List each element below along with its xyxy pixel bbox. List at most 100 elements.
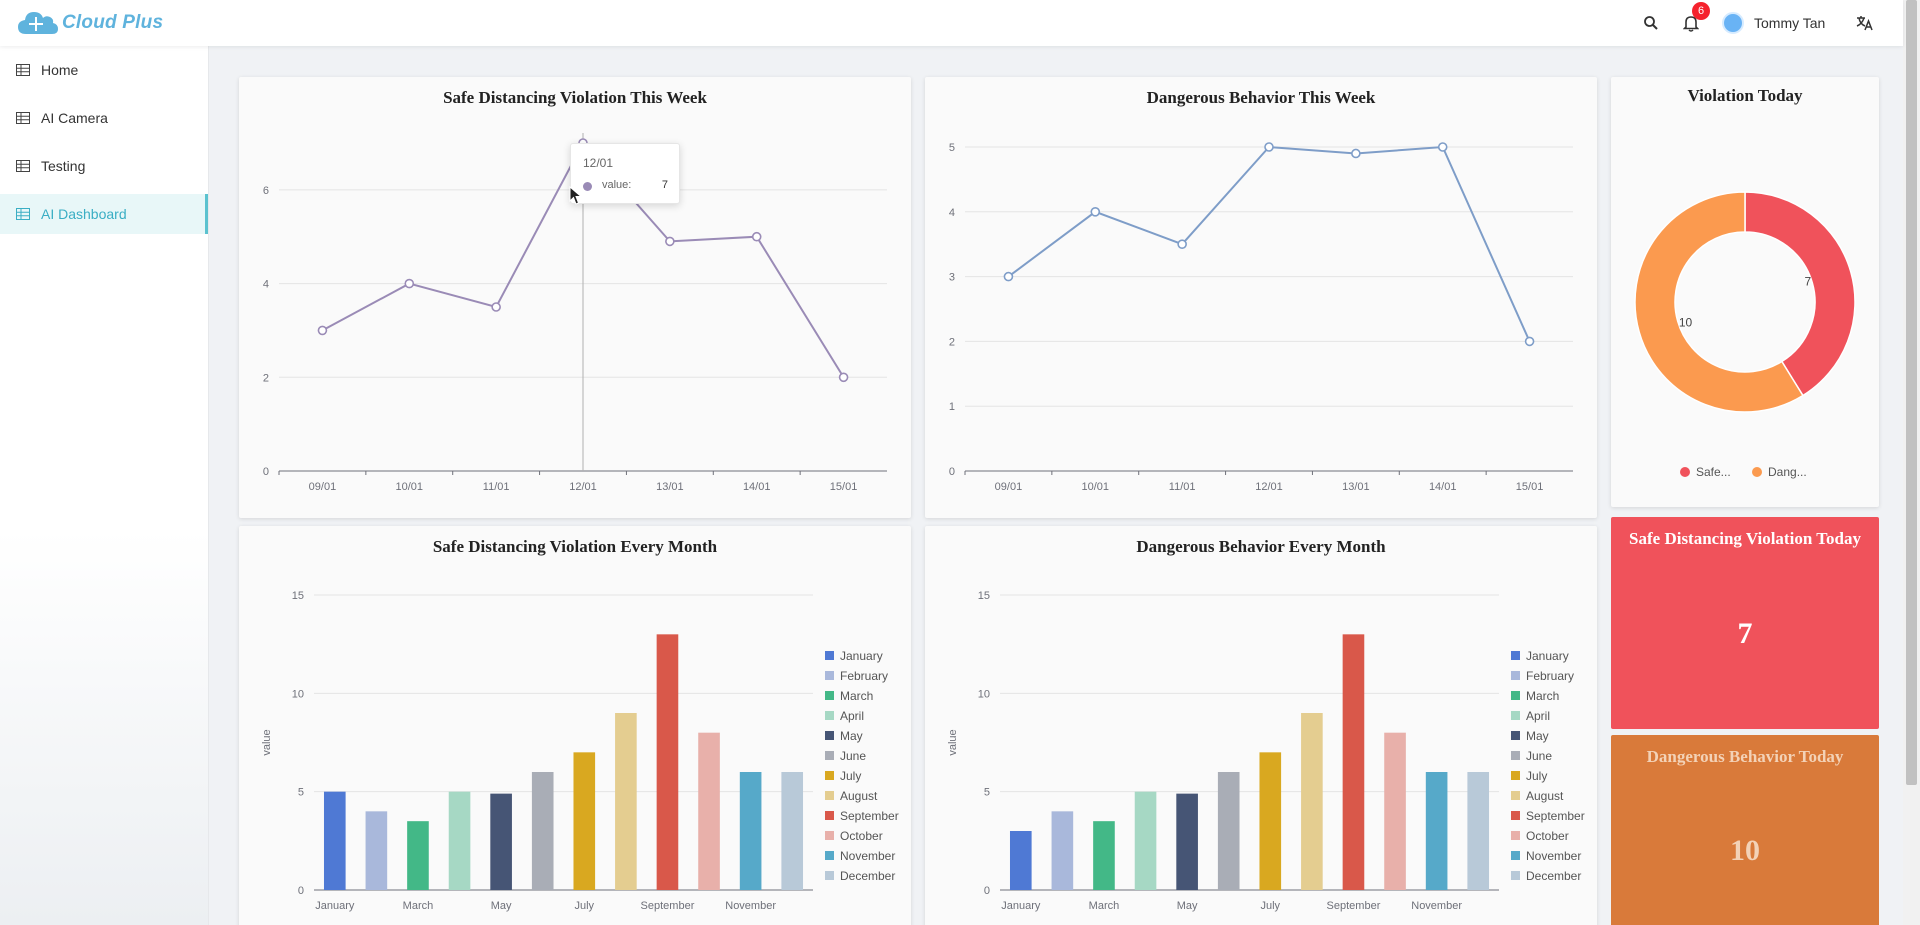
violation-today-donut-chart[interactable]: 7 10 Safe... Dang... (1611, 77, 1879, 507)
y-tick-label: 3 (949, 272, 955, 284)
data-point (1351, 148, 1361, 159)
bar (323, 791, 346, 890)
translate-icon[interactable] (1854, 12, 1876, 34)
bar (739, 772, 762, 890)
y-tick-label: 4 (263, 279, 269, 291)
legend-item: July (1526, 769, 1547, 783)
bar (1051, 811, 1074, 890)
x-tick-label: 13/01 (656, 481, 684, 493)
y-tick-label: 10 (978, 688, 990, 700)
bar (1301, 713, 1323, 890)
x-tick-label: May (491, 900, 512, 912)
sidebar-item-home[interactable]: Home (0, 50, 208, 90)
sidebar-item-label: AI Dashboard (41, 206, 127, 222)
monthly-danger-bar-chart[interactable]: 0 5 10 15 value January March May July September N… (925, 526, 1597, 925)
data-point (491, 302, 501, 312)
legend-item: November (840, 849, 895, 863)
x-tick-label: September (1327, 900, 1381, 912)
legend-swatch (825, 731, 834, 740)
legend-item: February (1526, 669, 1574, 683)
legend-swatch (1511, 811, 1520, 820)
pie-slice (1744, 191, 1856, 397)
y-tick-label: 5 (298, 787, 304, 799)
weekly-dangerous-behavior-card: Dangerous Behavior This Week 0 1 2 3 4 5 09/01… (925, 77, 1597, 518)
legend-swatch (1752, 467, 1762, 477)
legend-item: November (1526, 849, 1581, 863)
legend-item: January (840, 649, 883, 663)
x-tick-label: March (403, 900, 434, 912)
monthly-safe-distancing-card: Safe Distancing Violation Every Month 05… (239, 526, 911, 925)
legend-swatch (825, 831, 834, 840)
sidebar: Home AI Camera Testing AI Dashboard (0, 46, 209, 925)
sidebar-item-ai-dashboard[interactable]: AI Dashboard (0, 194, 208, 234)
legend-swatch (1511, 731, 1520, 740)
x-tick-label: July (1261, 900, 1281, 912)
legend-item: December (1526, 869, 1581, 883)
legend-item: December (840, 869, 895, 883)
sidebar-item-label: Testing (41, 158, 86, 174)
legend-swatch (1511, 791, 1520, 800)
x-tick-label: 11/01 (1169, 481, 1196, 493)
legend-item: June (840, 749, 866, 763)
x-tick-label: September (641, 900, 695, 912)
legend-item: June (1526, 749, 1552, 763)
legend-swatch (825, 671, 834, 680)
table-icon (16, 160, 30, 172)
y-tick-label: 5 (984, 787, 990, 799)
x-tick-label: 11/01 (483, 481, 510, 493)
legend-item: October (840, 829, 883, 843)
data-point (317, 325, 328, 336)
bar (490, 793, 512, 890)
x-tick-label: 10/01 (396, 481, 424, 493)
x-tick-label: January (1001, 900, 1041, 912)
user-menu[interactable]: Tommy Tan (1722, 11, 1825, 35)
x-tick-label: 12/01 (1255, 481, 1283, 493)
bar (781, 772, 804, 890)
legend-item: March (1526, 689, 1559, 703)
app-logo[interactable]: Cloud Plus (16, 7, 163, 39)
legend-swatch (825, 871, 834, 880)
search-icon[interactable] (1640, 12, 1662, 34)
data-point (1524, 336, 1535, 347)
data-point (1090, 207, 1101, 217)
x-tick-label: 10/01 (1082, 481, 1110, 493)
x-tick-label: 15/01 (830, 481, 858, 493)
bar (448, 791, 471, 890)
sidebar-item-label: Home (41, 62, 79, 78)
legend-swatch (1680, 467, 1690, 477)
data-point (665, 236, 675, 247)
tooltip-title: 12/01 (583, 156, 614, 170)
scrollbar-thumb[interactable] (1906, 0, 1917, 785)
weekly-danger-line-chart[interactable]: 0 1 2 3 4 5 09/01 10/01 11/01 12/01 13/01 14/01 15/0… (925, 77, 1597, 518)
chart-tooltip: 12/01 value: 7 (570, 143, 680, 204)
y-tick-label: 0 (984, 885, 990, 897)
legend-item: September (840, 809, 899, 823)
x-tick-label: 14/01 (1429, 481, 1457, 493)
violation-today-card: Violation Today 7 10 Safe... Dang... (1611, 77, 1879, 507)
tooltip-value: 7 (661, 179, 668, 191)
y-tick-label: 2 (949, 336, 955, 348)
sidebar-item-ai-camera[interactable]: AI Camera (0, 98, 208, 138)
y-tick-label: 1 (949, 401, 955, 413)
monthly-dangerous-behavior-card: Dangerous Behavior Every Month 0 5 10 15 val… (925, 526, 1597, 925)
sidebar-item-testing[interactable]: Testing (0, 146, 208, 186)
safe-distancing-today-card: Safe Distancing Violation Today 7 (1611, 517, 1879, 729)
x-tick-label: 12/01 (569, 481, 597, 493)
monthly-safe-bar-chart[interactable]: 0 5 10 15 value January March May July September N… (239, 526, 911, 925)
legend-swatch (1511, 751, 1520, 760)
stat-value: 7 (1737, 617, 1753, 650)
legend-swatch (1511, 711, 1520, 720)
data-point (404, 278, 415, 289)
legend-item: September (1526, 809, 1585, 823)
bar (1425, 772, 1448, 890)
page-scrollbar[interactable] (1903, 0, 1920, 925)
legend-swatch (825, 851, 834, 860)
legend-swatch (825, 691, 834, 700)
bar (573, 752, 596, 890)
bar (1134, 791, 1157, 890)
x-tick-label: 14/01 (743, 481, 771, 493)
brand-name: Cloud Plus (62, 12, 164, 33)
y-tick-label: 2 (263, 372, 269, 384)
x-tick-label: 09/01 (995, 481, 1023, 493)
x-tick-label: January (315, 900, 355, 912)
